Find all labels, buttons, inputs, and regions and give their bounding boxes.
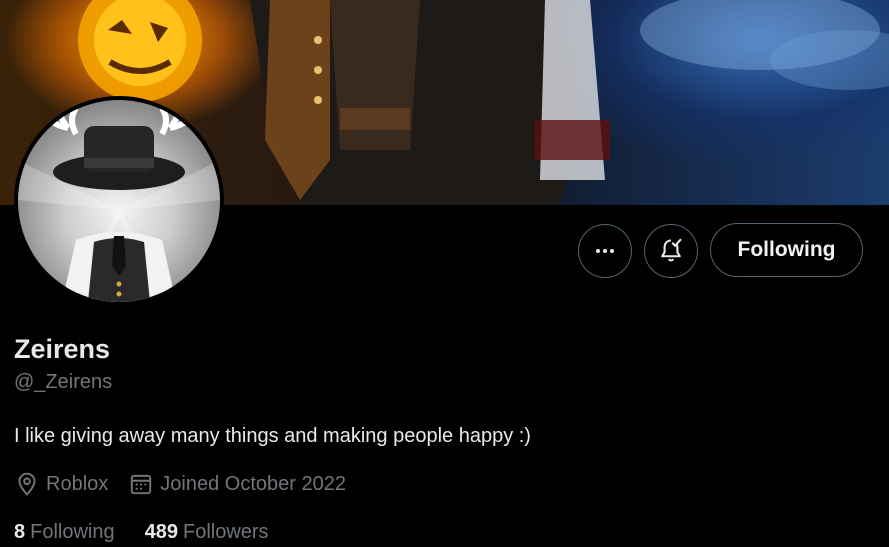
followers-count-label: Followers (182, 521, 269, 543)
more-horizontal-icon (596, 249, 614, 253)
location-text: Roblox (46, 472, 109, 495)
profile-meta: Roblox Joined October 2022 (14, 471, 366, 497)
joined-item: Joined October 2022 (128, 471, 346, 497)
more-options-button[interactable] (578, 224, 632, 278)
display-name: Zeirens (14, 334, 111, 364)
follow-counts: 8 Following 489 Followers (14, 521, 299, 544)
following-count-link[interactable]: 8 Following (14, 521, 115, 544)
followers-count-link[interactable]: 489 Followers (145, 521, 269, 544)
bell-check-icon (661, 238, 682, 262)
headless-avatar-image (18, 105, 220, 302)
profile-avatar[interactable] (14, 96, 224, 306)
profile-bio: I like giving away many things and makin… (14, 425, 531, 447)
calendar-icon (128, 471, 154, 497)
location-item: Roblox (14, 471, 108, 497)
profile-page: Following Zeirens @_Zeirens I like givin… (0, 0, 889, 547)
notifications-button[interactable] (644, 224, 698, 278)
following-count-label: Following (30, 521, 115, 543)
user-handle: @_Zeirens (14, 371, 113, 393)
joined-date-text: Joined October 2022 (160, 472, 346, 495)
location-pin-icon (14, 471, 40, 497)
followers-count: 489 (144, 521, 178, 543)
following-button[interactable]: Following (710, 223, 863, 277)
following-count: 8 (14, 521, 26, 543)
